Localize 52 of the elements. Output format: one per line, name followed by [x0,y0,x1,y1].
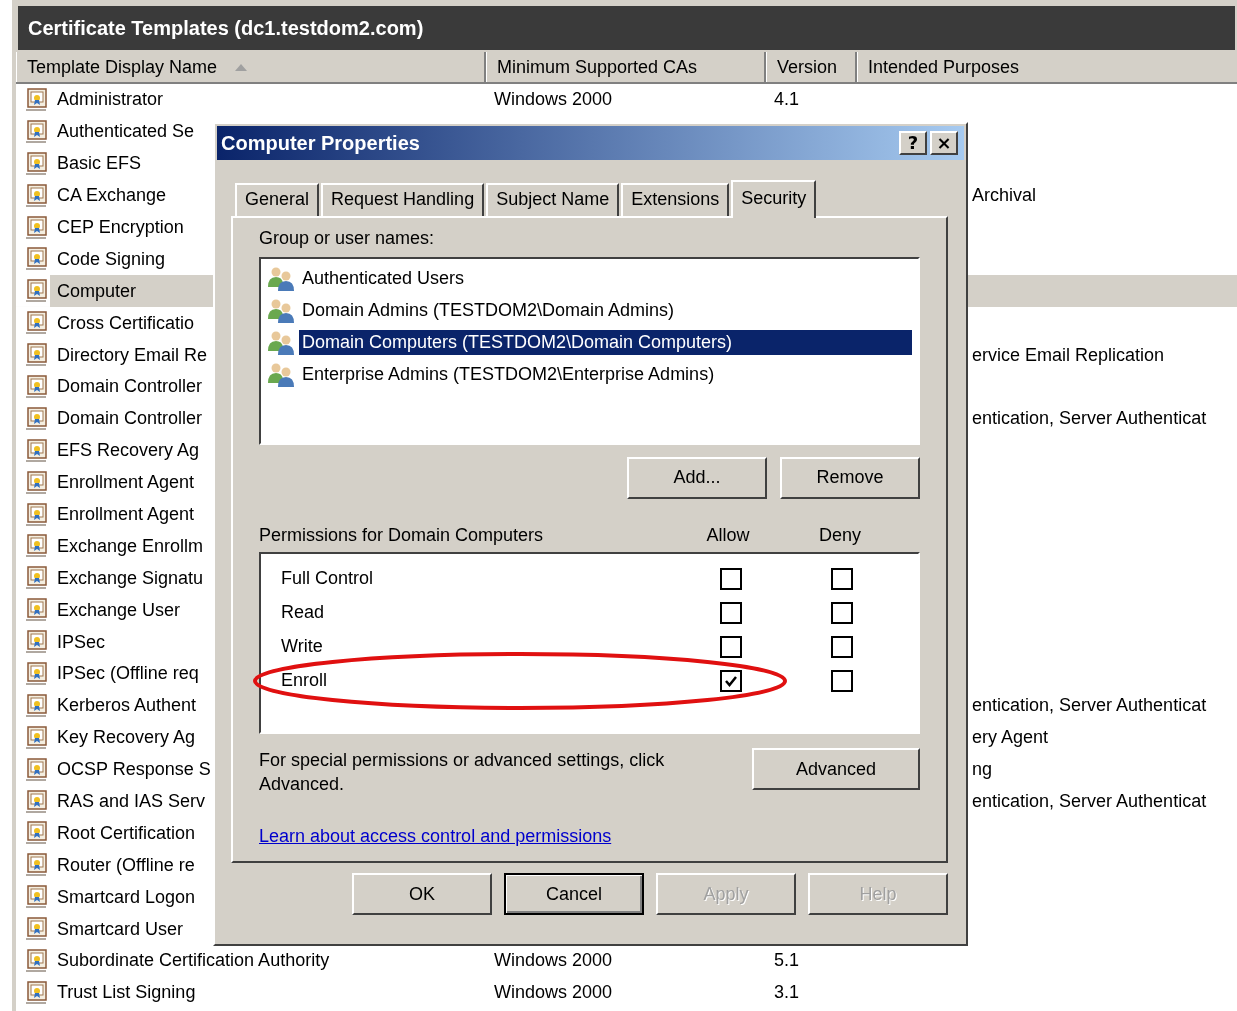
dialog-title: Computer Properties [221,131,420,155]
table-cell-text: ng [971,759,993,781]
template-name: Trust List Signing [56,981,197,1005]
permissions-label: Permissions for Domain Computers [259,524,545,546]
table-cell-text: Archival [971,185,1037,207]
template-name: Exchange User [56,598,182,622]
template-name: Key Recovery Ag [56,726,197,750]
template-name: Cross Certificatio [56,311,196,335]
template-name: Code Signing [56,247,167,271]
table-cell-text: Windows 2000 [493,950,614,972]
template-name: CEP Encryption [56,216,185,239]
template-name: Router (Offline re [56,853,196,877]
table-cell-text: entication, Server Authenticat [971,695,1207,717]
template-name: EFS Recovery Ag [56,439,201,463]
template-name: Kerberos Authent [56,694,198,718]
table-cell-text: Windows 2000 [493,89,614,111]
table-cell-text: Windows 2000 [493,982,614,1004]
template-name: Domain Controller [56,407,204,431]
table-cell-text: ery Agent [971,727,1049,749]
template-name: IPSec [56,630,107,654]
template-name: Basic EFS [56,152,143,176]
template-name: Exchange Enrollm [56,534,205,558]
permission-name: Enroll [281,670,329,692]
template-name: OCSP Response S [56,758,212,782]
group-label: Group or user names: [259,228,436,249]
column-label: Allow [705,524,751,546]
table-cell-text: entication, Server Authenticat [971,791,1207,813]
template-name: IPSec (Offline req [56,662,200,686]
template-name: Administrator [56,88,165,112]
template-name: Directory Email Re [56,343,209,367]
template-name: Domain Controller [56,375,204,399]
permission-name: Write [281,636,324,658]
template-name: Authenticated Se [56,120,196,144]
table-cell-text: entication, Server Authenticat [971,408,1207,430]
template-name: CA Exchange [56,184,168,208]
template-name: Smartcard User [56,917,185,941]
template-name: RAS and IAS Serv [56,790,207,814]
template-name: Enrollment Agent [56,503,196,526]
template-name: Exchange Signatu [56,566,205,590]
table-cell-text: 3.1 [773,982,801,1004]
template-name: Subordinate Certification Authority [56,949,331,973]
permission-name: Read [281,602,326,624]
template-name: Enrollment Agent [56,471,196,495]
template-name: Smartcard Logon [56,885,197,909]
template-name: Root Certification [56,821,197,845]
permission-name: Full Control [281,568,375,590]
table-cell-text: 4.1 [773,89,801,111]
advanced-hint: For special permissions or advanced settings, click Advanced. [259,749,666,796]
table-cell-text: 5.1 [773,950,801,972]
table-cell-text: ervice Email Replication [971,344,1165,366]
window-title: Certificate Templates (dc1.testdom2.com) [16,4,1237,52]
column-label: Deny [818,524,862,546]
